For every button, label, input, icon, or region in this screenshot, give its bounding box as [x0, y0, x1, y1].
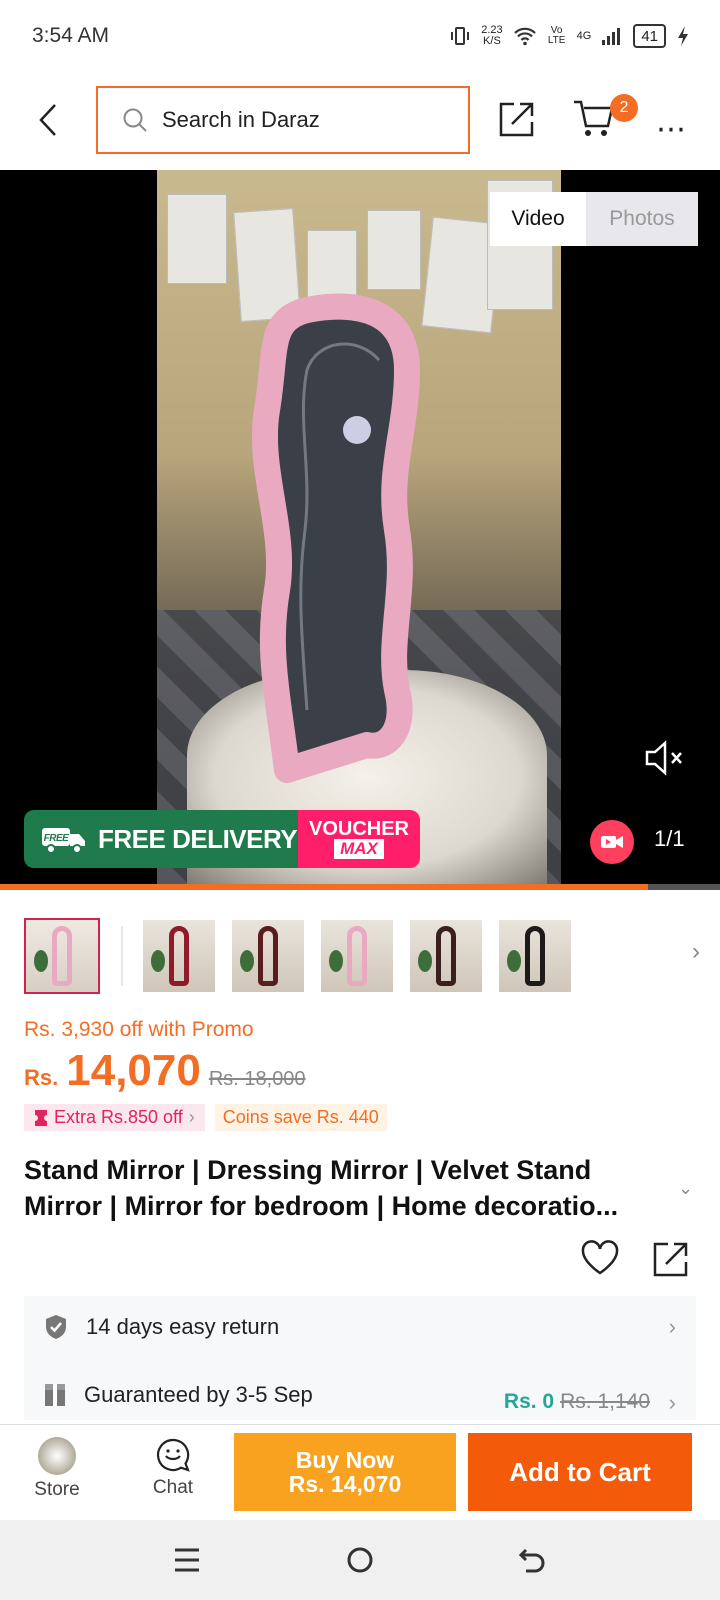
chevron-right-icon: › [692, 938, 700, 965]
heart-icon [581, 1240, 619, 1275]
free-delivery-label: FREE DELIVERY [98, 823, 298, 854]
buy-now-button[interactable]: Buy Now Rs. 14,070 [234, 1433, 456, 1511]
wavy-mirror [251, 293, 420, 783]
tab-video[interactable]: Video [490, 192, 586, 246]
thumbnail-image[interactable] [232, 920, 304, 992]
voucher-max-badge: VOUCHER MAX [298, 810, 420, 868]
home-icon[interactable] [345, 1545, 375, 1575]
add-to-cart-button[interactable]: Add to Cart [468, 1433, 692, 1511]
share-icon [653, 1242, 688, 1277]
back-nav-icon[interactable] [518, 1546, 548, 1574]
thumbnail-image[interactable] [143, 920, 215, 992]
status-icons: 2.23 K/S Vo LTE 4G 41 [449, 24, 690, 48]
product-media[interactable]: Video Photos FREE FREE DELIVERY VOUCHER … [0, 170, 720, 884]
system-navigation-bar [0, 1520, 720, 1600]
video-progress-bar[interactable] [0, 884, 720, 890]
shield-check-icon [46, 1315, 66, 1339]
status-bar: 3:54 AM 2.23 K/S Vo LTE 4G 41 [0, 0, 720, 72]
offer-tags: Extra Rs.850 off › Coins save Rs. 440 [24, 1104, 387, 1131]
volte-label: Vo LTE [547, 25, 566, 46]
back-button[interactable] [30, 98, 66, 142]
signal-icon [602, 28, 621, 45]
vibrate-icon [451, 27, 470, 45]
thumbnail-video[interactable] [24, 918, 100, 994]
delivery-fee-current: Rs. 0 [503, 1390, 555, 1413]
share-product-button[interactable] [652, 1240, 690, 1283]
more-icon: ⋯ [656, 113, 688, 146]
original-price: Rs. 18,000 [208, 1068, 306, 1090]
tab-photos[interactable]: Photos [586, 192, 698, 246]
package-icon [45, 1384, 65, 1406]
store-avatar [38, 1437, 76, 1475]
more-options-button[interactable]: ⋯ [656, 112, 688, 147]
delivery-fee-original: Rs. 1,140 [560, 1390, 650, 1413]
promo-text: Rs. 3,930 off with Promo [24, 1018, 254, 1041]
search-icon [123, 108, 147, 132]
wifi-icon [513, 27, 536, 46]
thumbnail-image[interactable] [410, 920, 482, 992]
service-info-panel: 14 days easy return › Guaranteed by 3-5 … [24, 1296, 696, 1420]
mute-icon [645, 740, 682, 776]
store-button[interactable]: Store [12, 1437, 102, 1501]
coins-save-tag: Coins save Rs. 440 [214, 1104, 387, 1131]
cart-icon [574, 100, 614, 136]
chevron-left-icon [39, 104, 56, 136]
search-bar[interactable]: Search in Daraz [96, 86, 470, 154]
battery-indicator: 41 [633, 24, 666, 48]
recent-apps-icon[interactable] [172, 1546, 202, 1574]
top-bar: Search in Daraz 2 ⋯ [0, 72, 720, 168]
expand-title-button[interactable]: ⌄ [678, 1178, 693, 1199]
delivery-truck-icon: FREE [42, 828, 85, 854]
chevron-right-icon: › [188, 1107, 195, 1127]
bottom-action-bar: Store Chat Buy Now Rs. 14,070 Add to Car… [0, 1424, 720, 1520]
search-placeholder: Search in Daraz [162, 107, 320, 132]
product-title: Stand Mirror | Dressing Mirror | Velvet … [24, 1155, 619, 1221]
extra-discount-tag[interactable]: Extra Rs.850 off › [24, 1104, 205, 1131]
video-progress-fill [0, 884, 648, 890]
chat-label: Chat [152, 1477, 194, 1498]
network-speed: 2.23 K/S [481, 24, 503, 47]
chevron-right-icon: › [668, 1390, 676, 1415]
free-delivery-banner: FREE FREE DELIVERY VOUCHER MAX [24, 810, 420, 868]
store-label: Store [34, 1479, 80, 1500]
cart-count-badge: 2 [610, 94, 638, 122]
delivery-fee: Rs. 0 Rs. 1,140 [504, 1390, 650, 1414]
easy-return-row[interactable]: 14 days easy return › [44, 1296, 676, 1358]
svg-text:FREE: FREE [44, 833, 70, 844]
video-camera-icon [590, 820, 634, 864]
thumbnail-divider [121, 926, 123, 986]
chat-button[interactable]: Chat [128, 1437, 218, 1499]
cart-button[interactable] [572, 98, 614, 143]
share-button[interactable] [498, 100, 536, 143]
delivery-guarantee-text: Guaranteed by 3-5 Sep [84, 1382, 313, 1407]
charging-icon [678, 26, 688, 46]
price-row: Rs. 14,070 Rs. 18,000 [24, 1046, 306, 1096]
chevron-right-icon: › [668, 1314, 676, 1339]
chevron-down-icon: ⌄ [678, 1178, 694, 1198]
coupon-icon [35, 1109, 47, 1126]
chat-icon [156, 1438, 190, 1472]
media-type-toggle: Video Photos [490, 192, 698, 246]
thumbnail-image[interactable] [321, 920, 393, 992]
status-time: 3:54 AM [32, 24, 110, 47]
wishlist-button[interactable] [580, 1240, 620, 1281]
easy-return-text: 14 days easy return [86, 1314, 280, 1339]
share-icon [499, 102, 534, 137]
price-value: 14,070 [66, 1046, 201, 1095]
thumbnail-image[interactable] [499, 920, 571, 992]
price-currency: Rs. [24, 1065, 59, 1090]
thumbnail-strip: › [24, 916, 700, 996]
product-image[interactable] [157, 170, 561, 884]
network-type: 4G [576, 30, 592, 42]
mute-button[interactable] [644, 740, 684, 781]
thumbnail-next-button[interactable]: › [692, 938, 700, 966]
media-counter: 1/1 [654, 826, 685, 851]
